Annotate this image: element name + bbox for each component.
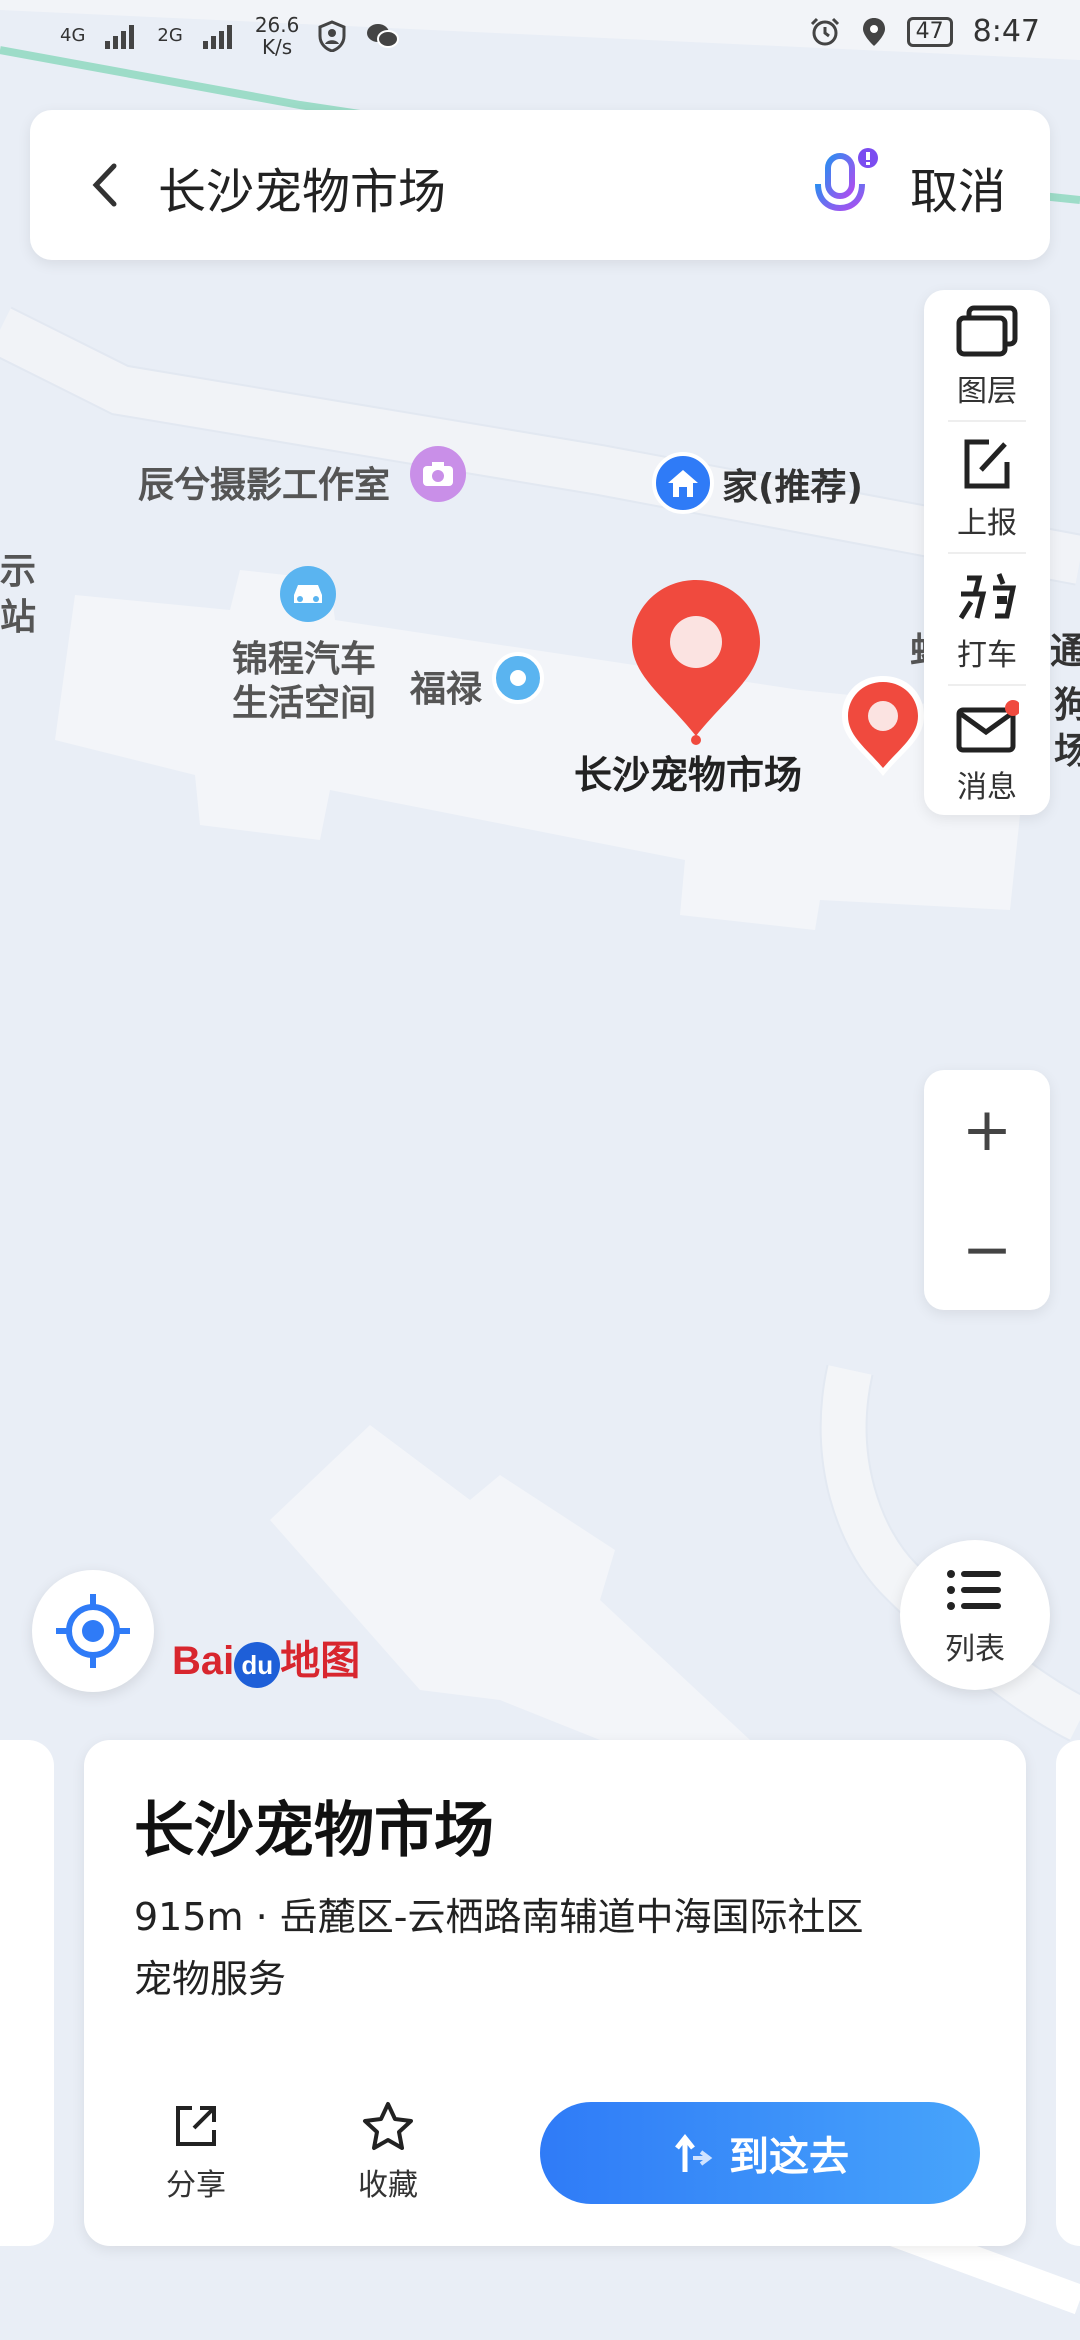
navigate-button[interactable]: 到这去: [540, 2102, 980, 2204]
locate-me-button[interactable]: [32, 1570, 154, 1692]
zoom-control: + −: [924, 1070, 1050, 1310]
place-address: 915m · 岳麓区-云栖路南辅道中海国际社区: [134, 1895, 864, 1939]
layers-button[interactable]: 图层: [924, 290, 1050, 420]
taxi-label: 打车: [957, 638, 1017, 673]
shield-user-icon: [318, 20, 346, 52]
edge-label-right-2: 通: [1050, 631, 1080, 672]
signal-bars-icon: [202, 25, 232, 49]
share-label: 分享: [166, 2168, 226, 2203]
secondary-marker[interactable]: [838, 672, 928, 782]
list-label: 列表: [945, 1632, 1005, 1667]
favorite-button[interactable]: 收藏: [328, 2100, 448, 2204]
car-icon[interactable]: [280, 566, 336, 622]
baidu-map-logo: Bai du 地图: [172, 1628, 360, 1688]
signal-4g: 4G: [60, 25, 86, 46]
edge-label-right-3: 狗: [1054, 685, 1080, 726]
favorite-label: 收藏: [358, 2168, 418, 2203]
poi-home-label[interactable]: 家(推荐): [722, 458, 863, 510]
navigate-label: 到这去: [729, 2134, 849, 2180]
selected-marker[interactable]: [628, 576, 764, 746]
mail-icon: [956, 700, 1019, 753]
search-query[interactable]: 长沙宠物市场: [158, 152, 446, 222]
net-speed: 26.6 K/s: [254, 13, 300, 59]
camera-icon[interactable]: [410, 446, 466, 502]
report-label: 上报: [957, 506, 1017, 541]
location-icon: [862, 17, 885, 46]
crosshair-icon: [56, 1594, 130, 1668]
place-card[interactable]: 长沙宠物市场 915m · 岳麓区-云栖路南辅道中海国际社区 宠物服务 分享 收…: [84, 1740, 1026, 2246]
battery-indicator: 47: [906, 16, 953, 47]
place-name: 长沙宠物市场: [134, 1796, 494, 1866]
place-category: 宠物服务: [134, 1957, 287, 2001]
alarm-icon: [810, 17, 839, 45]
clock: 8:47: [972, 14, 1040, 49]
edge-label-left-1: 示: [0, 551, 37, 592]
share-icon: [176, 2106, 216, 2146]
share-button[interactable]: 分享: [136, 2100, 256, 2204]
edit-icon: [964, 439, 1010, 489]
route-arrow-icon: [675, 2133, 713, 2172]
status-bar: 4G 2G 26.6 K/s 47 8:47: [0, 0, 1080, 80]
list-button[interactable]: 列表: [900, 1540, 1050, 1690]
prev-result-card[interactable]: [0, 1740, 54, 2246]
star-icon: [363, 2102, 413, 2150]
home-icon[interactable]: [652, 452, 714, 514]
next-result-card[interactable]: [1056, 1740, 1080, 2246]
wechat-icon: [367, 24, 400, 48]
signal-bars-icon: [105, 25, 135, 49]
zoom-in-button[interactable]: +: [924, 1070, 1050, 1190]
location-pin-icon[interactable]: [492, 652, 544, 704]
report-button[interactable]: 上报: [924, 422, 1050, 552]
layers-label: 图层: [957, 374, 1017, 409]
signal-2g: 2G: [157, 25, 183, 46]
edge-label-right-4: 场: [1054, 731, 1080, 772]
zoom-out-button[interactable]: −: [924, 1190, 1050, 1310]
microphone-icon[interactable]: [810, 148, 880, 228]
messages-label: 消息: [957, 770, 1017, 805]
back-arrow-icon[interactable]: [82, 160, 132, 210]
taxi-icon: [958, 573, 1017, 620]
cancel-button[interactable]: 取消: [910, 152, 1006, 222]
edge-label-left-2: 站: [0, 597, 37, 638]
list-icon: [947, 1570, 1001, 1610]
taxi-button[interactable]: 打车: [924, 554, 1050, 684]
poi-fulu-label[interactable]: 福禄: [410, 660, 482, 712]
search-bar[interactable]: 长沙宠物市场 取消: [30, 110, 1050, 260]
map-toolbar: 图层 上报 打车 消息: [924, 290, 1050, 815]
layers-icon: [956, 305, 1018, 357]
selected-marker-label[interactable]: 长沙宠物市场: [574, 744, 802, 799]
messages-button[interactable]: 消息: [924, 686, 1050, 816]
poi-car-label-2[interactable]: 生活空间: [232, 674, 376, 726]
poi-studio-label[interactable]: 辰兮摄影工作室: [138, 456, 390, 508]
